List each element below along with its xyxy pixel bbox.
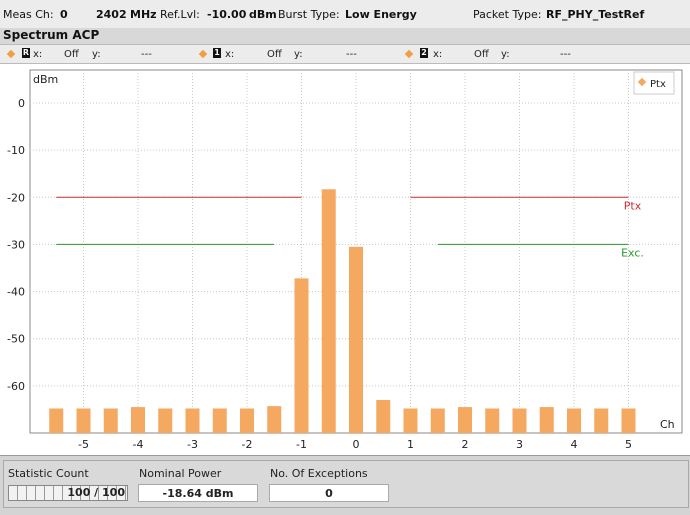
statistic-count-progress: 100 / 100	[8, 485, 128, 501]
statistic-count-label: Statistic Count	[8, 467, 89, 480]
page-title: Spectrum ACP	[0, 28, 690, 44]
ref-level-value: -10.00	[207, 8, 247, 21]
frequency-value: 2402	[96, 8, 127, 21]
y-tick-label: -50	[7, 333, 25, 346]
y-tick-label: 0	[18, 97, 25, 110]
results-box: Statistic Count 100 / 100 Nominal Power …	[3, 460, 689, 508]
chart-bar	[485, 408, 500, 433]
chart-legend: Ptx	[633, 71, 675, 95]
spectrum-acp-chart: Ptx Exc. 0 -10 -20 -30 -40 -50 -60 -5 -4 -3 -2 -1 0 1 2…	[0, 64, 690, 456]
chart-bar	[567, 408, 581, 433]
burst-type-label: Burst Type:	[278, 8, 340, 21]
chart-bar	[376, 400, 391, 433]
marker-r-icon: R	[22, 48, 30, 58]
x-axis-label: Ch	[660, 418, 675, 431]
chart-bar	[185, 408, 200, 433]
chart-bar	[594, 408, 609, 433]
chart-bar	[321, 189, 336, 433]
chart-bar	[49, 408, 64, 433]
marker-y-value: ---	[346, 49, 357, 60]
packet-type-label: Packet Type:	[473, 8, 542, 21]
marker-x-label: x:	[33, 49, 43, 60]
limit-line-label: Exc.	[621, 246, 644, 259]
marker-bar: R x: Off y: --- 1 x: Off y: --- 2 x: Off…	[0, 44, 690, 64]
chart-bar	[294, 278, 309, 433]
x-tick-label: 5	[625, 438, 632, 451]
marker-x-value: Off	[474, 49, 489, 60]
statistic-count-value: 100 / 100	[67, 486, 125, 499]
packet-type-value: RF_PHY_TestRef	[546, 8, 645, 21]
marker-x-value: Off	[267, 49, 282, 60]
chart-bar	[212, 408, 227, 433]
chart-bar	[76, 408, 91, 433]
chart-bar	[512, 408, 527, 433]
x-tick-label: -3	[187, 438, 198, 451]
y-axis-label: dBm	[33, 73, 58, 86]
marker-y-label: y:	[294, 49, 303, 60]
chart-bar	[458, 407, 472, 433]
marker-y-value: ---	[560, 49, 571, 60]
marker-y-label: y:	[92, 49, 101, 60]
marker-diamond-icon	[198, 49, 208, 59]
marker-diamond-icon	[404, 49, 414, 59]
y-tick-label: -20	[7, 191, 25, 204]
marker-y-label: y:	[501, 49, 510, 60]
nominal-power-value: -18.64 dBm	[138, 484, 258, 502]
chart-bar	[403, 408, 418, 433]
chart-bar	[131, 407, 145, 433]
chart-bar	[103, 408, 118, 433]
burst-type-value: Low Energy	[345, 8, 417, 21]
chart-bar	[430, 408, 445, 433]
limit-line-label: Ptx	[624, 199, 642, 212]
marker-diamond-icon	[6, 49, 16, 59]
x-tick-label: -2	[242, 438, 253, 451]
y-tick-label: -30	[7, 238, 25, 251]
marker-x-label: x:	[225, 49, 235, 60]
marker-y-value: ---	[141, 49, 152, 60]
status-header: Meas Ch: 0 2402 MHz Ref.Lvl: -10.00 dBm …	[0, 0, 690, 28]
meas-ch-value: 0	[60, 8, 68, 21]
x-tick-label: -4	[133, 438, 144, 451]
result-panel: Statistic Count 100 / 100 Nominal Power …	[0, 458, 690, 515]
frequency-unit: MHz	[130, 8, 157, 21]
chart-bar	[158, 408, 173, 433]
chart-bar	[240, 408, 254, 433]
x-tick-label: 1	[407, 438, 414, 451]
legend-label: Ptx	[650, 79, 666, 90]
ref-level-label: Ref.Lvl:	[160, 8, 200, 21]
chart-bar	[349, 246, 363, 433]
ref-level-unit: dBm	[249, 8, 277, 21]
chart-bar	[267, 406, 282, 433]
chart-svg: PtxExc. 0-10-20-30-40-50-60-5 -4 -3 -2 -1 0 1 2…	[7, 69, 683, 451]
y-tick-label: -40	[7, 286, 25, 299]
x-tick-label: 4	[571, 438, 578, 451]
exceptions-label: No. Of Exceptions	[270, 467, 368, 480]
marker-1-icon: 1	[213, 48, 221, 58]
y-tick-label: -60	[7, 380, 25, 393]
x-tick-label: 3	[516, 438, 523, 451]
x-tick-label: -1	[296, 438, 307, 451]
marker-x-value: Off	[64, 49, 79, 60]
y-tick-label: -10	[7, 144, 25, 157]
meas-ch-label: Meas Ch:	[3, 8, 54, 21]
x-tick-label: 2	[462, 438, 469, 451]
x-tick-label: -5	[78, 438, 89, 451]
nominal-power-label: Nominal Power	[139, 467, 222, 480]
chart-bar	[539, 407, 554, 433]
exceptions-value: 0	[269, 484, 389, 502]
x-tick-label: 0	[353, 438, 360, 451]
marker-2-icon: 2	[420, 48, 428, 58]
chart-bar	[621, 408, 636, 433]
marker-x-label: x:	[433, 49, 443, 60]
